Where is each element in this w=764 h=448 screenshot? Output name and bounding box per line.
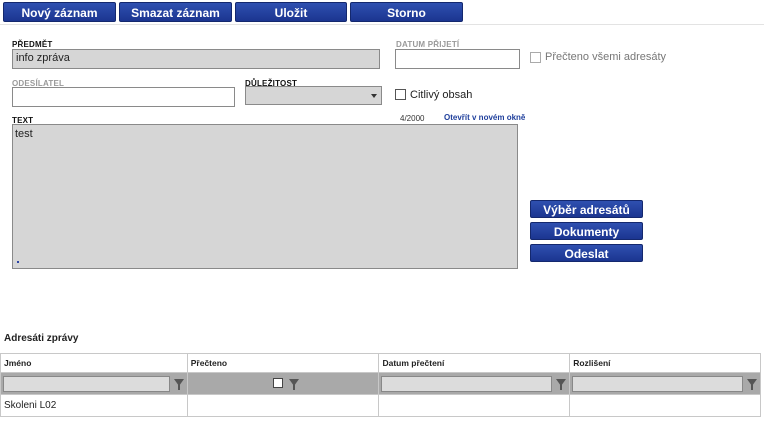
subject-label: PŘEDMĚT xyxy=(12,40,53,49)
chevron-down-icon xyxy=(371,94,377,98)
cell-read xyxy=(186,394,380,417)
table-row[interactable]: Skoleni L02 xyxy=(0,394,761,417)
text-char-counter: 4/2000 xyxy=(400,114,425,123)
filter-cell-resolution xyxy=(569,372,761,395)
filter-cell-name xyxy=(0,372,188,395)
read-by-all-label: Přečteno všemi adresáty xyxy=(545,51,667,63)
save-button[interactable]: Uložit xyxy=(235,2,347,22)
filter-input-resolution[interactable] xyxy=(572,375,743,392)
subject-field[interactable]: info zpráva xyxy=(12,49,380,69)
read-by-all-checkbox[interactable] xyxy=(530,52,541,63)
recipients-table: Jméno Přečteno Datum přečtení Rozlišení … xyxy=(0,353,761,417)
column-header-read[interactable]: Přečteno xyxy=(186,353,380,373)
filter-cell-read-date xyxy=(378,372,571,395)
filter-input-name[interactable] xyxy=(3,375,170,392)
toolbar-divider xyxy=(0,24,764,25)
send-button[interactable]: Odeslat xyxy=(530,244,643,262)
filter-cell-read xyxy=(186,372,380,395)
cell-resolution xyxy=(569,394,761,417)
filter-icon[interactable] xyxy=(173,379,184,390)
cell-name: Skoleni L02 xyxy=(0,394,188,417)
new-record-button[interactable]: Nový záznam xyxy=(3,2,116,22)
sensitive-content-label: Citlivý obsah xyxy=(410,89,473,101)
select-recipients-button[interactable]: Výběr adresátů xyxy=(530,200,643,218)
documents-button[interactable]: Dokumenty xyxy=(530,222,643,240)
sensitive-content-checkbox[interactable] xyxy=(395,89,406,100)
filter-icon[interactable] xyxy=(556,379,567,390)
message-text: test xyxy=(15,128,33,140)
column-header-read-date[interactable]: Datum přečtení xyxy=(378,353,571,373)
resize-handle xyxy=(17,261,19,263)
filter-read-checkbox[interactable] xyxy=(272,378,283,388)
filter-icon[interactable] xyxy=(747,379,757,390)
received-date-label: DATUM PŘIJETÍ xyxy=(396,40,460,49)
recipients-title: Adresáti zprávy xyxy=(4,333,79,344)
column-header-name[interactable]: Jméno xyxy=(0,353,188,373)
cell-read-date xyxy=(378,394,571,417)
sender-field[interactable] xyxy=(12,87,235,107)
filter-input-read-date[interactable] xyxy=(381,375,553,392)
received-date-field[interactable] xyxy=(395,49,520,69)
delete-record-button[interactable]: Smazat záznam xyxy=(119,2,232,22)
cancel-button[interactable]: Storno xyxy=(350,2,463,22)
importance-select[interactable] xyxy=(245,86,382,105)
open-new-window-link[interactable]: Otevřít v novém okně xyxy=(444,113,525,122)
message-text-area[interactable]: test xyxy=(12,124,518,269)
filter-icon[interactable] xyxy=(288,379,299,390)
column-header-resolution[interactable]: Rozlišení xyxy=(569,353,761,373)
